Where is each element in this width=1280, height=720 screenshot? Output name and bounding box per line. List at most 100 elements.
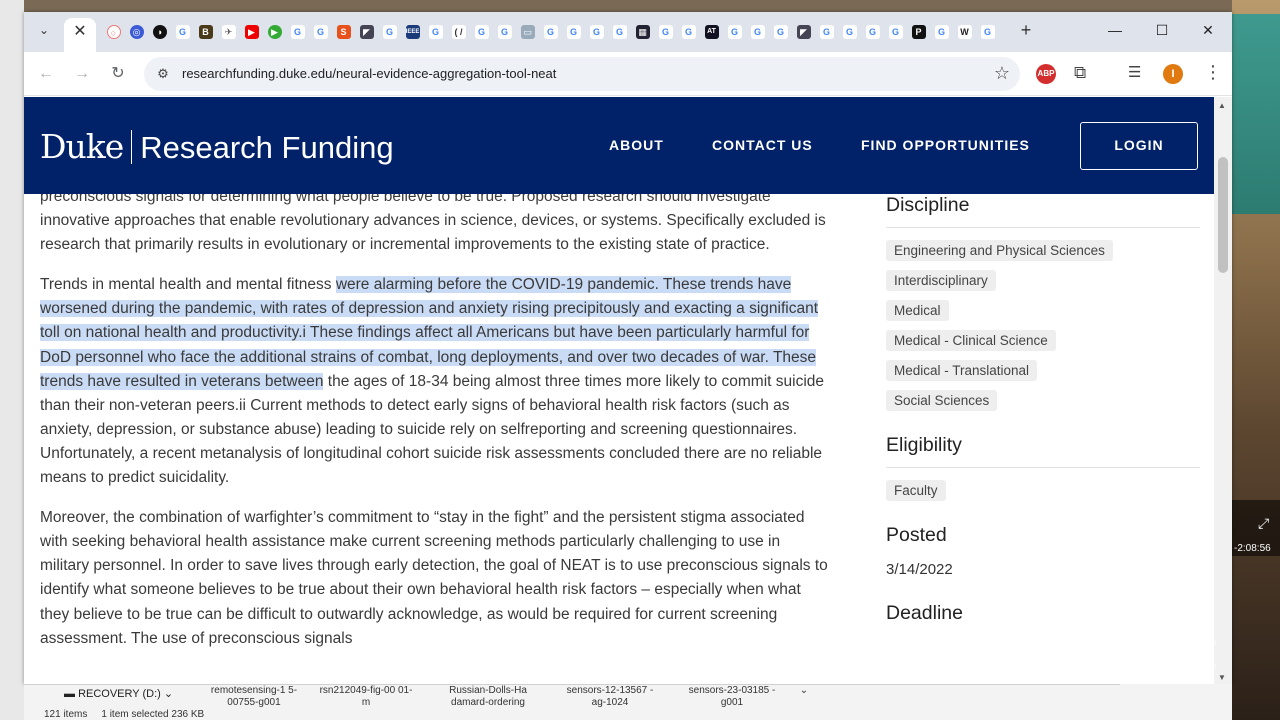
file-name[interactable]: sensors-12-13567 -ag-1024 xyxy=(560,685,660,709)
tab-strip: ⌄ ✕ ○ ◎ ◑ G B ✈ ▶ ▶ G G S ◤ G IEEE G ( /… xyxy=(24,12,1232,52)
minimize-button[interactable]: — xyxy=(1100,18,1130,42)
posted-heading: Posted xyxy=(886,524,947,546)
watermark: InShOt xyxy=(1040,621,1217,681)
google-icon[interactable]: G xyxy=(493,23,516,41)
tab-favicon[interactable]: ◎ xyxy=(125,23,148,41)
file-explorer-strip: ▬ RECOVERY (D:) ⌄ remotesensing-1 5-0075… xyxy=(24,684,1120,720)
nav-about[interactable]: ABOUT xyxy=(609,137,664,153)
google-icon[interactable]: G xyxy=(884,23,907,41)
discipline-tag[interactable]: Interdisciplinary xyxy=(886,270,996,291)
tab-favicon[interactable]: ▦ xyxy=(631,23,654,41)
eligibility-tag[interactable]: Faculty xyxy=(886,480,946,501)
posted-date: 3/14/2022 xyxy=(886,561,953,578)
menu-kebab-icon[interactable]: ⋮ xyxy=(1204,62,1222,83)
discipline-heading: Discipline xyxy=(886,194,1200,228)
adblock-icon[interactable]: ABP xyxy=(1036,64,1056,84)
page-scrollbar[interactable]: ▲ ▼ xyxy=(1214,97,1232,684)
discipline-tag[interactable]: Medical - Clinical Science xyxy=(886,330,1056,351)
chevron-down-icon[interactable]: ⌄ xyxy=(784,685,824,697)
tab-favicon[interactable]: P xyxy=(907,23,930,41)
tab-close-icon[interactable]: ✕ xyxy=(73,23,86,40)
scrollbar-thumb[interactable] xyxy=(1218,157,1228,273)
paragraph-text: Trends in mental health and mental fitne… xyxy=(40,276,336,294)
selection-info: 1 item selected 236 KB xyxy=(101,709,205,720)
google-icon[interactable]: G xyxy=(654,23,677,41)
active-tab[interactable]: ✕ xyxy=(64,18,96,52)
browser-toolbar: ← → ↻ ⚙ researchfunding.duke.edu/neural-… xyxy=(24,52,1232,96)
discipline-tag[interactable]: Engineering and Physical Sciences xyxy=(886,240,1113,261)
file-name[interactable]: rsn212049-fig-00 01-m xyxy=(316,685,416,709)
tab-favicon[interactable]: ○ xyxy=(102,23,125,41)
tab-favicon[interactable]: ✈ xyxy=(217,23,240,41)
tab-favicon[interactable]: ( / xyxy=(447,23,470,41)
profile-avatar[interactable]: I xyxy=(1163,64,1183,84)
google-icon[interactable]: G xyxy=(585,23,608,41)
page-viewport: Duke Research Funding ABOUT CONTACT US F… xyxy=(24,97,1214,684)
google-icon[interactable]: G xyxy=(562,23,585,41)
discipline-tag[interactable]: Social Sciences xyxy=(886,390,998,411)
tab-search-icon[interactable]: ⌄ xyxy=(34,20,54,40)
tab-favicon[interactable]: ◑ xyxy=(148,23,171,41)
google-icon[interactable]: G xyxy=(608,23,631,41)
maximize-button[interactable]: ☐ xyxy=(1147,18,1177,42)
article-body: preconscious signals for determining wha… xyxy=(40,185,830,667)
file-name[interactable]: Russian-Dolls-Ha damard-ordering xyxy=(438,685,538,709)
google-icon[interactable]: G xyxy=(930,23,953,41)
nav-contact-us[interactable]: CONTACT US xyxy=(712,137,813,153)
site-info-icon[interactable]: ⚙ xyxy=(154,65,172,83)
bookmark-star-icon[interactable]: ☆ xyxy=(994,63,1010,84)
google-icon[interactable]: G xyxy=(746,23,769,41)
google-icon[interactable]: G xyxy=(378,23,401,41)
expand-icon[interactable]: ⤢ xyxy=(1258,515,1269,532)
google-icon[interactable]: G xyxy=(838,23,861,41)
wikipedia-icon[interactable]: W xyxy=(953,23,976,41)
eligibility-tags: Faculty xyxy=(886,480,1200,510)
site-logo[interactable]: Duke Research Funding xyxy=(40,127,394,166)
tab-favicons: ○ ◎ ◑ G B ✈ ▶ ▶ G G S ◤ G IEEE G ( / G G… xyxy=(102,23,999,41)
google-icon[interactable]: G xyxy=(677,23,700,41)
media-control-icon[interactable]: ☰ xyxy=(1128,63,1141,81)
forward-arrow-icon[interactable]: → xyxy=(70,62,94,86)
google-icon[interactable]: G xyxy=(815,23,838,41)
tab-favicon[interactable]: AT xyxy=(700,23,723,41)
google-icon[interactable]: G xyxy=(861,23,884,41)
paragraph: preconscious signals for determining wha… xyxy=(40,185,830,257)
nav-find-opportunities[interactable]: FIND OPPORTUNITIES xyxy=(861,137,1030,153)
file-name[interactable]: sensors-23-03185 -g001 xyxy=(682,685,782,709)
tab-favicon[interactable]: ◤ xyxy=(355,23,378,41)
url-text[interactable]: researchfunding.duke.edu/neural-evidence… xyxy=(182,66,556,81)
address-bar[interactable]: ⚙ researchfunding.duke.edu/neural-eviden… xyxy=(144,57,1020,91)
google-icon[interactable]: G xyxy=(769,23,792,41)
reload-icon[interactable]: ↻ xyxy=(106,62,130,86)
tab-favicon[interactable]: ◤ xyxy=(792,23,815,41)
tab-favicon[interactable]: S xyxy=(332,23,355,41)
google-icon[interactable]: G xyxy=(976,23,999,41)
back-arrow-icon[interactable]: ← xyxy=(34,62,58,86)
youtube-icon[interactable]: ▶ xyxy=(240,23,263,41)
tab-favicon[interactable]: IEEE xyxy=(401,23,424,41)
tab-favicon[interactable]: ▭ xyxy=(516,23,539,41)
logo-divider xyxy=(131,129,133,164)
discipline-tag[interactable]: Medical xyxy=(886,300,949,321)
login-button[interactable]: LOGIN xyxy=(1080,122,1198,170)
google-icon[interactable]: G xyxy=(539,23,562,41)
google-icon[interactable]: G xyxy=(171,23,194,41)
close-window-button[interactable]: ✕ xyxy=(1193,18,1223,42)
scroll-up-icon[interactable]: ▲ xyxy=(1218,101,1226,110)
site-header: Duke Research Funding ABOUT CONTACT US F… xyxy=(24,97,1214,194)
desktop-left-edge xyxy=(0,0,24,720)
scroll-down-icon[interactable]: ▼ xyxy=(1218,673,1226,682)
tab-favicon[interactable]: B xyxy=(194,23,217,41)
file-name[interactable]: remotesensing-1 5-00755-g001 xyxy=(204,685,304,709)
tab-favicon[interactable]: ▶ xyxy=(263,23,286,41)
google-icon[interactable]: G xyxy=(470,23,493,41)
discipline-tag[interactable]: Medical - Translational xyxy=(886,360,1038,381)
extensions-puzzle-icon[interactable]: ⧉ xyxy=(1074,63,1086,83)
eligibility-heading: Eligibility xyxy=(886,434,1200,468)
new-tab-button[interactable]: + xyxy=(1016,20,1036,41)
google-icon[interactable]: G xyxy=(309,23,332,41)
google-icon[interactable]: G xyxy=(286,23,309,41)
google-icon[interactable]: G xyxy=(723,23,746,41)
drive-label[interactable]: ▬ RECOVERY (D:) ⌄ xyxy=(64,687,173,700)
google-icon[interactable]: G xyxy=(424,23,447,41)
